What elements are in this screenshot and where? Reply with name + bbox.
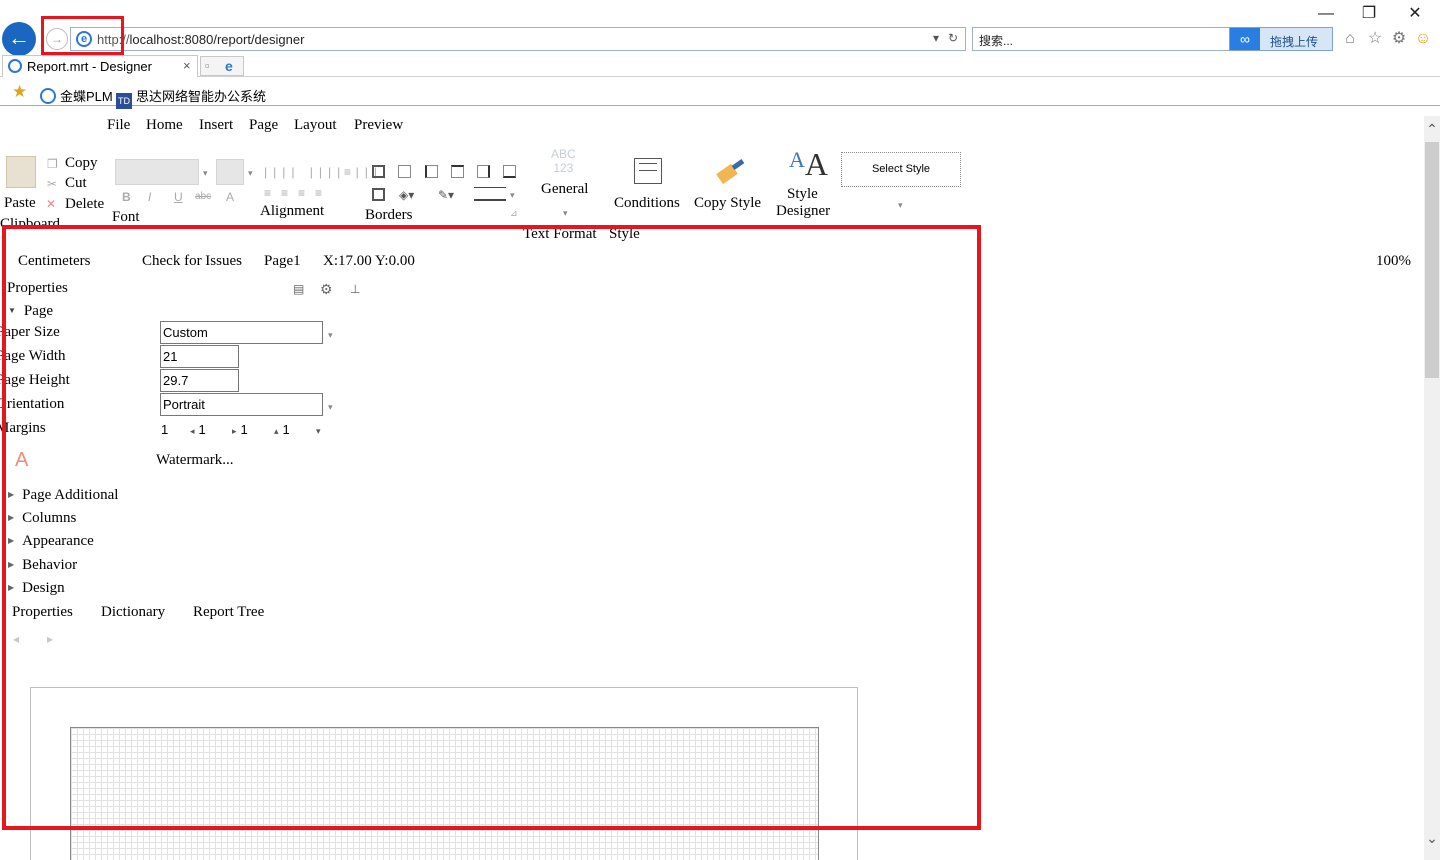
style-designer-icon: AA xyxy=(789,146,828,182)
abc-text: ABC xyxy=(551,147,576,161)
paste-button[interactable]: Paste xyxy=(4,195,36,212)
alignment-group-label: Alignment xyxy=(260,203,325,219)
conditions-button[interactable]: Conditions xyxy=(614,195,680,212)
select-style-dropdown-icon[interactable]: ▾ xyxy=(898,200,903,211)
menu-insert[interactable]: Insert xyxy=(199,117,233,134)
favorite-item-office[interactable]: TD 思达网络智能办公系统 xyxy=(116,86,266,109)
no-border-icon[interactable] xyxy=(398,165,411,178)
close-window-button[interactable]: ✕ xyxy=(1403,4,1427,24)
ie-tab-icon xyxy=(8,59,22,73)
borders-dialog-launcher-icon[interactable]: ⊿ xyxy=(510,208,518,219)
border-style-dropdown-icon[interactable]: ▾ xyxy=(510,190,515,201)
font-group-label: Font xyxy=(112,209,140,225)
search-input[interactable]: 搜索... xyxy=(972,27,1230,51)
conditions-icon xyxy=(634,158,662,184)
scroll-up-icon[interactable]: ⌃ xyxy=(1424,121,1440,138)
font-name-dropdown-icon[interactable]: ▾ xyxy=(203,168,208,179)
upload-label: 拖拽上传 xyxy=(1270,35,1319,49)
search-placeholder: 搜索... xyxy=(979,34,1014,48)
refresh-icon[interactable]: ↻ xyxy=(948,31,958,45)
font-size-select[interactable] xyxy=(216,159,244,185)
tab-title: Report.mrt - Designer xyxy=(27,59,152,74)
new-tab-icon: ▫ xyxy=(205,58,210,73)
zoom-level[interactable]: 100% xyxy=(1376,253,1411,270)
tab-close-icon[interactable]: × xyxy=(183,58,191,73)
browser-chrome: — ❐ ✕ ← → e http://localhost:8080/report… xyxy=(0,0,1440,110)
bottom-border-icon[interactable] xyxy=(503,165,516,178)
home-icon[interactable]: ⌂ xyxy=(1340,29,1360,49)
top-border-icon[interactable] xyxy=(451,165,464,178)
right-border-icon[interactable] xyxy=(477,165,490,178)
settings-gear-icon[interactable]: ⚙ xyxy=(1389,29,1409,49)
delete-button[interactable]: Delete xyxy=(65,196,104,213)
font-color-icon[interactable]: A xyxy=(226,190,234,204)
delete-icon: ✕ xyxy=(46,197,57,211)
restore-button[interactable]: ❐ xyxy=(1357,4,1381,24)
new-tab-button[interactable]: ▫ e xyxy=(200,56,244,76)
url-path: localhost:8080/report/designer xyxy=(129,32,305,47)
menu-layout[interactable]: Layout xyxy=(294,117,337,134)
bold-icon[interactable]: B xyxy=(122,190,131,204)
favorite-item-plm[interactable]: 金蝶PLM xyxy=(40,86,113,105)
borders-group-label: Borders xyxy=(365,207,413,223)
select-style-box[interactable]: Select Style xyxy=(841,152,961,187)
copy-button[interactable]: Copy xyxy=(65,155,98,172)
word-wrap-icon[interactable]: ≡ xyxy=(344,165,351,179)
font-size-dropdown-icon[interactable]: ▾ xyxy=(248,168,253,179)
dropdown-icon[interactable]: ▾ xyxy=(933,31,939,45)
copy-style-brush-icon xyxy=(716,158,746,188)
strikethrough-icon[interactable]: abc xyxy=(195,191,211,202)
minimize-button[interactable]: — xyxy=(1314,4,1338,24)
tab-bar: Report.mrt - Designer × ▫ e xyxy=(0,55,1440,77)
border-style-icon[interactable] xyxy=(474,187,506,201)
number-format-icon: ABC 123 xyxy=(551,147,576,175)
style-designer-label-line1[interactable]: Style xyxy=(787,186,818,203)
fill-color-icon[interactable]: ◈▾ xyxy=(399,188,414,202)
menu-page[interactable]: Page xyxy=(249,117,278,134)
menu-file[interactable]: File xyxy=(107,117,130,134)
copy-icon: ❐ xyxy=(47,157,58,171)
back-button[interactable]: ← xyxy=(2,22,36,56)
td-logo-icon: TD xyxy=(116,93,132,109)
favorites-star-icon[interactable]: ☆ xyxy=(1365,29,1385,49)
baidu-upload-button[interactable]: ∞ 拖拽上传 xyxy=(1229,27,1333,51)
text-format-general-button[interactable]: General xyxy=(541,181,588,198)
address-url[interactable]: http://localhost:8080/report/designer xyxy=(97,32,304,47)
italic-icon[interactable]: I xyxy=(148,190,151,204)
horizontal-align-icons[interactable]: ≡≡≡≡ xyxy=(264,186,332,200)
left-border-icon[interactable] xyxy=(425,165,438,178)
favorite-label: 思达网络智能办公系统 xyxy=(136,89,267,104)
underline-icon[interactable]: U xyxy=(174,190,183,204)
border-settings-icon[interactable] xyxy=(372,188,385,201)
cut-button[interactable]: Cut xyxy=(65,175,87,192)
menu-preview[interactable]: Preview xyxy=(354,117,403,134)
favorite-label: 金蝶PLM xyxy=(60,89,113,104)
highlight-box-properties xyxy=(2,225,981,830)
copy-style-button[interactable]: Copy Style xyxy=(694,195,761,212)
text-format-dropdown-icon[interactable]: ▾ xyxy=(563,208,568,219)
num-text: 123 xyxy=(553,161,574,175)
ie-page-icon xyxy=(40,88,56,104)
font-name-select[interactable] xyxy=(115,159,199,185)
smiley-feedback-icon[interactable]: ☺ xyxy=(1413,29,1433,49)
paste-clipboard-icon[interactable] xyxy=(6,156,36,188)
highlight-box-address xyxy=(41,16,124,55)
style-designer-label-line2[interactable]: Designer xyxy=(776,203,830,220)
ie-quick-icon: e xyxy=(225,58,233,74)
border-color-icon[interactable]: ✎▾ xyxy=(438,188,454,202)
favorites-bar: ★ 金蝶PLM TD 思达网络智能办公系统 xyxy=(0,80,1440,109)
cut-icon: ✂ xyxy=(47,177,58,191)
tab-report-designer[interactable]: Report.mrt - Designer × xyxy=(2,55,198,77)
add-favorite-star-icon[interactable]: ★ xyxy=(12,82,27,102)
arrow-left-icon: ← xyxy=(8,25,30,50)
scroll-down-icon[interactable]: ⌄ xyxy=(1424,830,1440,847)
address-bar[interactable]: e http://localhost:8080/report/designer … xyxy=(70,27,966,51)
menu-home[interactable]: Home xyxy=(146,117,183,134)
scrollbar-thumb[interactable] xyxy=(1425,142,1439,378)
baidu-cloud-icon: ∞ xyxy=(1230,28,1260,50)
all-borders-icon[interactable] xyxy=(372,165,385,178)
